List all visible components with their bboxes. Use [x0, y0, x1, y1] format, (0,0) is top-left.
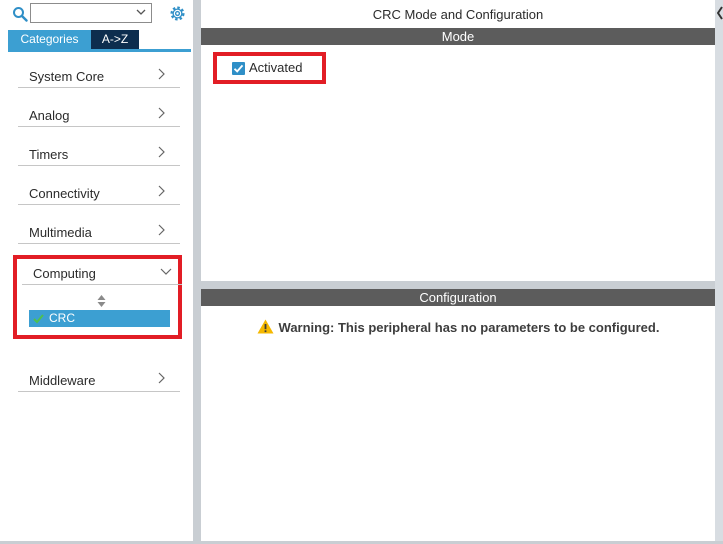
chevron-right-icon: [158, 107, 165, 119]
warning-message: Warning: This peripheral has no paramete…: [201, 319, 715, 335]
chevron-down-icon: [160, 268, 172, 275]
sort-icon[interactable]: [97, 295, 106, 307]
gear-icon[interactable]: [168, 4, 187, 23]
category-label: Computing: [33, 266, 96, 281]
check-icon: [33, 314, 44, 324]
chevron-right-icon: [158, 372, 165, 384]
peripheral-label: CRC: [49, 311, 75, 325]
tab-underline: [8, 49, 191, 52]
activated-checkbox[interactable]: [232, 62, 245, 75]
category-label: Timers: [29, 147, 69, 162]
collapse-arrow-icon[interactable]: [717, 6, 723, 20]
category-label: Middleware: [29, 373, 96, 388]
configuration-header: Configuration: [201, 289, 715, 306]
chevron-right-icon: [158, 185, 165, 197]
tab-categories[interactable]: Categories: [8, 30, 91, 49]
category-tabs: Categories A->Z: [8, 30, 139, 49]
chevron-right-icon: [158, 146, 165, 158]
category-computing[interactable]: Computing: [22, 259, 182, 285]
checkmark-icon: [233, 64, 244, 73]
activated-checkbox-highlight: Activated: [213, 52, 326, 84]
panel-divider[interactable]: [201, 281, 715, 289]
category-label: Analog: [29, 108, 70, 123]
warning-text: Warning: This peripheral has no paramete…: [278, 320, 660, 335]
category-label: System Core: [29, 69, 105, 84]
category-multimedia[interactable]: Multimedia: [18, 218, 180, 244]
category-label: Connectivity: [29, 186, 100, 201]
category-middleware[interactable]: Middleware: [18, 366, 180, 392]
right-rail: [715, 0, 723, 544]
panel-title: CRC Mode and Configuration: [372, 7, 544, 22]
category-timers[interactable]: Timers: [18, 140, 180, 166]
chevron-down-icon[interactable]: [135, 6, 147, 18]
category-analog[interactable]: Analog: [18, 101, 180, 127]
warning-icon: [257, 319, 274, 334]
chevron-right-icon: [158, 68, 165, 80]
search-input[interactable]: [30, 3, 152, 23]
category-computing-group: Computing CRC: [13, 255, 182, 339]
peripheral-item-crc[interactable]: CRC: [29, 310, 170, 327]
mode-configuration-panel: CRC Mode and Configuration Mode Activate…: [201, 0, 715, 541]
activated-label: Activated: [249, 60, 303, 75]
category-connectivity[interactable]: Connectivity: [18, 179, 180, 205]
search-icon[interactable]: [12, 6, 28, 22]
categories-panel: Categories A->Z System Core Analog Timer…: [0, 0, 193, 541]
tab-a-to-z[interactable]: A->Z: [91, 30, 139, 49]
category-label: Multimedia: [29, 225, 92, 240]
mode-header: Mode: [201, 28, 715, 45]
chevron-right-icon: [158, 224, 165, 236]
category-system-core[interactable]: System Core: [18, 62, 180, 88]
